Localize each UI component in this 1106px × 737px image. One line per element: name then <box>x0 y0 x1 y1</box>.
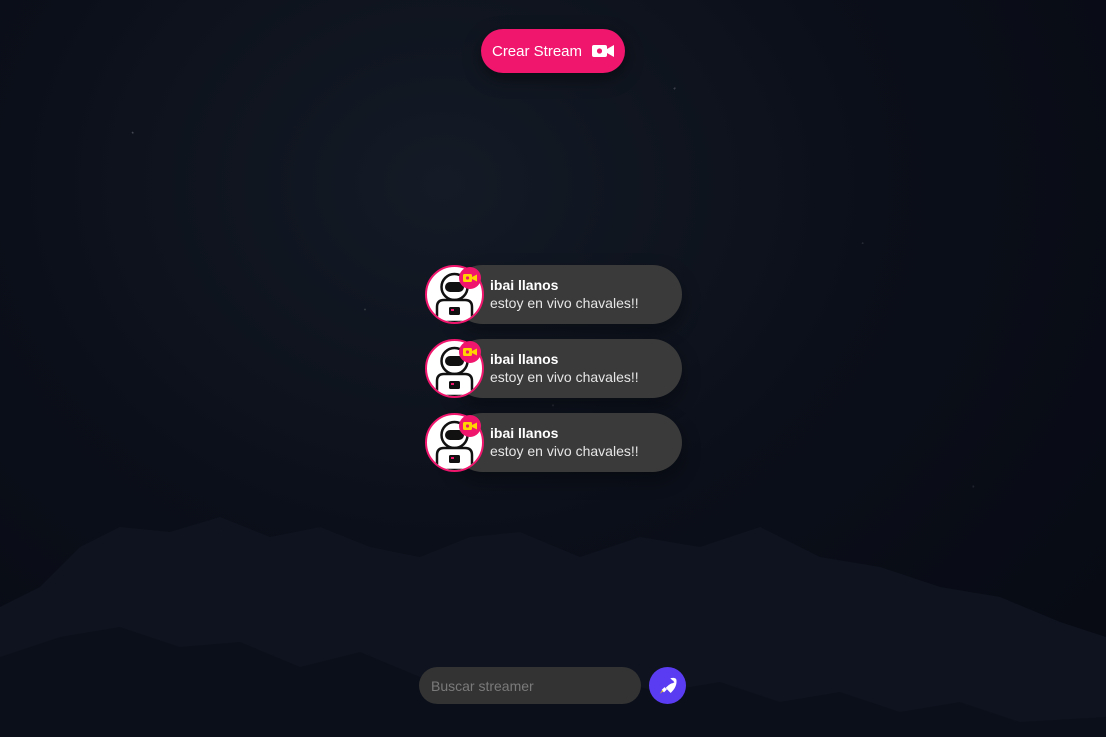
stream-status-text: estoy en vivo chavales!! <box>490 368 639 385</box>
live-camera-icon <box>459 415 481 437</box>
stream-status-text: estoy en vivo chavales!! <box>490 442 639 459</box>
stream-card[interactable]: ibai llanos estoy en vivo chavales!! <box>425 339 682 398</box>
live-camera-icon <box>459 341 481 363</box>
create-stream-button[interactable]: Crear Stream <box>481 29 625 73</box>
avatar-wrap <box>425 339 484 398</box>
stream-text: ibai llanos estoy en vivo chavales!! <box>490 351 639 386</box>
rocket-icon <box>659 677 677 694</box>
video-camera-icon <box>592 43 615 59</box>
stream-card[interactable]: ibai llanos estoy en vivo chavales!! <box>425 413 682 472</box>
create-stream-label: Crear Stream <box>491 42 583 60</box>
streamer-name: ibai llanos <box>490 425 559 441</box>
streamer-name: ibai llanos <box>490 351 559 367</box>
avatar-wrap <box>425 265 484 324</box>
streamer-name: ibai llanos <box>490 277 559 293</box>
stream-status-text: estoy en vivo chavales!! <box>490 294 639 311</box>
avatar-wrap <box>425 413 484 472</box>
search-button[interactable] <box>649 667 686 704</box>
stream-text: ibai llanos estoy en vivo chavales!! <box>490 425 639 460</box>
search-input[interactable] <box>419 667 641 704</box>
stream-text: ibai llanos estoy en vivo chavales!! <box>490 277 639 312</box>
live-camera-icon <box>459 267 481 289</box>
stream-card[interactable]: ibai llanos estoy en vivo chavales!! <box>425 265 682 324</box>
stream-list: ibai llanos estoy en vivo chavales!! iba… <box>425 265 682 487</box>
